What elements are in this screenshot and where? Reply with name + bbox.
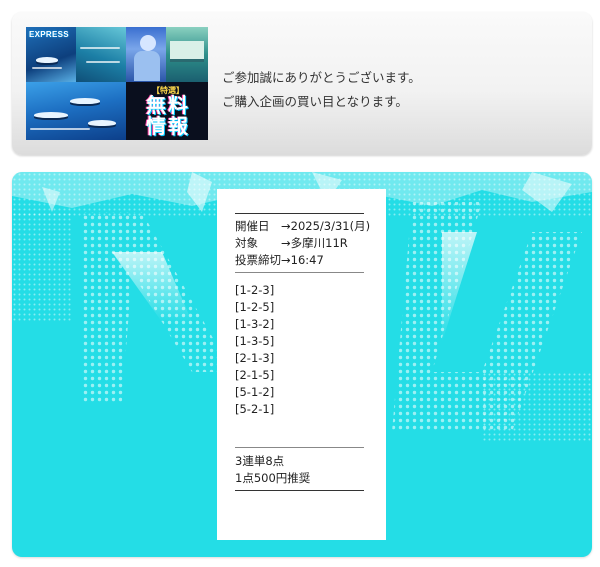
banner-photo-boats [26, 82, 126, 140]
recommended-stake: 1点500円推奨 [235, 471, 311, 485]
top-divider [235, 213, 364, 214]
info-row-target: 対象 →多摩川11R [235, 235, 386, 252]
banner-photo-stadium [166, 27, 208, 82]
combination-item: [5-2-1] [235, 402, 275, 416]
banner-photo-water [76, 27, 126, 82]
betting-ticket: 開催日 →2025/3/31(月) 対象 →多摩川11R 投票締切→16:47 … [217, 189, 386, 540]
banner-logo: EXPRESS [29, 30, 69, 39]
date-value: →2025/3/31(月) [269, 219, 371, 233]
info-row-date: 開催日 →2025/3/31(月) [235, 218, 386, 235]
summary: 3連単8点 1点500円推奨 [235, 453, 386, 487]
bet-type-count: 3連単8点 [235, 454, 285, 468]
combination-item: [2-1-5] [235, 368, 275, 382]
deadline-value: →16:47 [281, 253, 324, 267]
banner-photo-racer: EXPRESS [26, 27, 76, 82]
target-label: 対象 [235, 236, 258, 250]
combination-item: [1-2-5] [235, 300, 275, 314]
banner-title-line1: 無料 [146, 93, 190, 117]
deadline-label: 投票締切 [235, 253, 281, 267]
combination-item: [5-1-2] [235, 385, 275, 399]
combination-item: [2-1-3] [235, 351, 275, 365]
info-divider [235, 272, 364, 273]
free-info-banner[interactable]: EXPRESS 【特選】 無料 情報 [26, 27, 208, 140]
combination-list: [1-2-3] [1-2-5] [1-3-2] [1-3-5] [2-1-3] … [235, 282, 386, 418]
info-row-deadline: 投票締切→16:47 [235, 252, 386, 269]
combination-item: [1-2-3] [235, 283, 275, 297]
header-line-1: ご参加誠にありがとうございます。 [222, 70, 421, 85]
date-label: 開催日 [235, 219, 270, 233]
header-line-2: ご購入企画の買い目となります。 [222, 94, 408, 109]
combination-item: [1-3-2] [235, 317, 275, 331]
bottom-divider [235, 490, 364, 491]
banner-title: 無料 情報 [130, 95, 206, 137]
header-card: EXPRESS 【特選】 無料 情報 ご参加誠にありがとうございます。 ご購入企… [12, 12, 592, 155]
summary-divider [235, 447, 364, 448]
ticket-section: 開催日 →2025/3/31(月) 対象 →多摩川11R 投票締切→16:47 … [12, 172, 592, 557]
combination-item: [1-3-5] [235, 334, 275, 348]
banner-photo-person [126, 27, 166, 82]
header-message: ご参加誠にありがとうございます。 ご購入企画の買い目となります。 [222, 66, 421, 114]
banner-title-line2: 情報 [146, 114, 190, 138]
target-value: →多摩川11R [258, 236, 348, 250]
